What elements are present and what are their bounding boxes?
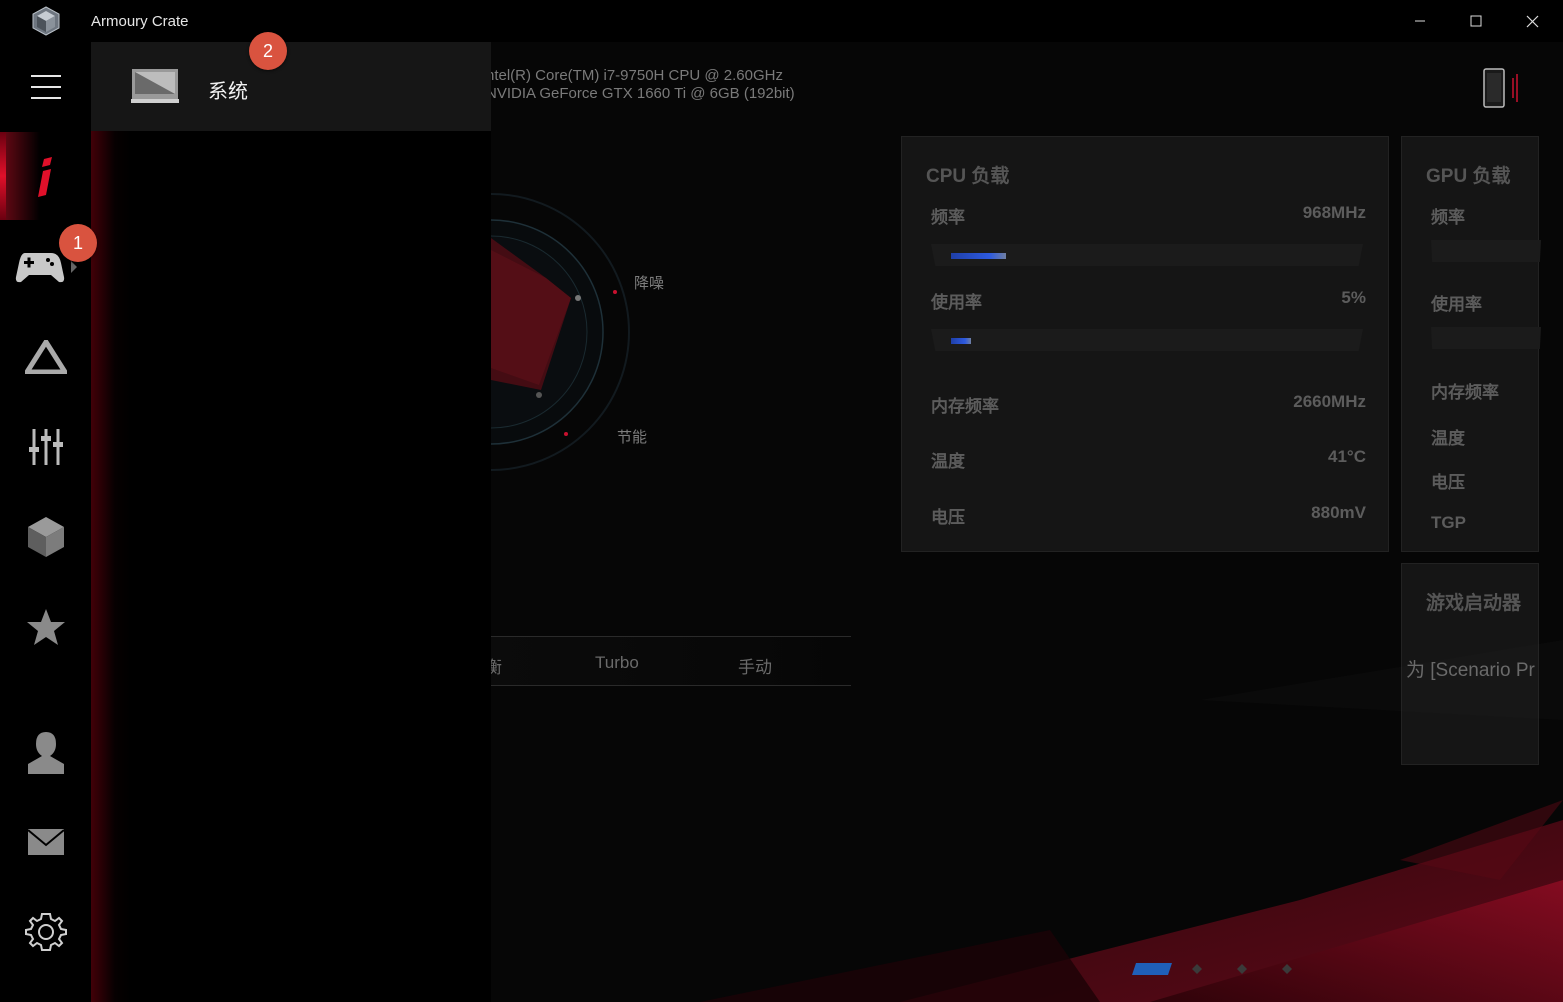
flyout-item-label: 系统 bbox=[208, 81, 248, 103]
rail-item-news[interactable] bbox=[0, 797, 91, 887]
hamburger-menu-button[interactable] bbox=[0, 42, 91, 132]
launcher-panel-text: 为 [Scenario Pr bbox=[1406, 660, 1535, 681]
maximize-icon bbox=[1470, 15, 1482, 27]
flyout-menu: 系统 bbox=[91, 42, 491, 1002]
gpu-usage-bar bbox=[1431, 327, 1541, 349]
cpu-usage-label: 使用率 bbox=[931, 293, 982, 312]
game-launcher-panel[interactable]: 游戏启动器 为 [Scenario Pr bbox=[1401, 563, 1539, 765]
rail-item-featured[interactable] bbox=[0, 492, 91, 582]
cpu-usage-bar-fill bbox=[951, 338, 971, 344]
settings-gear-icon bbox=[24, 913, 67, 951]
mail-icon bbox=[26, 829, 65, 855]
hamburger-menu-icon bbox=[30, 75, 61, 99]
gpu-freq-bar bbox=[1431, 240, 1541, 262]
flyout-red-edge bbox=[91, 42, 131, 1002]
cpu-panel-title: CPU 负载 bbox=[926, 166, 1010, 187]
cpu-mem-freq-value: 2660MHz bbox=[1293, 392, 1366, 411]
step-badge-2: 2 bbox=[249, 32, 287, 70]
page-dot[interactable] bbox=[1192, 964, 1202, 974]
rail-item-settings[interactable] bbox=[0, 887, 91, 977]
cpu-usage-value: 5% bbox=[1341, 288, 1366, 307]
mode-turbo[interactable]: Turbo bbox=[595, 653, 639, 673]
cpu-freq-bar-fill bbox=[951, 253, 1006, 259]
page-dot[interactable] bbox=[1132, 963, 1172, 975]
cpu-freq-value: 968MHz bbox=[1302, 203, 1366, 222]
operating-mode-bar: 衡 Turbo 手动 bbox=[485, 636, 851, 686]
page-indicator bbox=[1132, 963, 1292, 975]
title-bar: Armoury Crate bbox=[0, 0, 1563, 42]
cpu-usage-bar bbox=[931, 329, 1363, 351]
rail-item-aura[interactable] bbox=[0, 312, 91, 402]
flyout-item-system[interactable]: 系统 bbox=[91, 42, 491, 131]
gpu-info: NVIDIA GeForce GTX 1660 Ti @ 6GB (192bit… bbox=[486, 85, 795, 102]
launcher-panel-title: 游戏启动器 bbox=[1426, 593, 1522, 614]
gauge-label-eco: 节能 bbox=[617, 429, 648, 446]
gpu-tgp-label: TGP bbox=[1431, 513, 1466, 532]
minimize-icon bbox=[1415, 20, 1425, 22]
rail-item-favorites[interactable] bbox=[0, 582, 91, 672]
phone-device-icon[interactable] bbox=[1483, 68, 1523, 115]
cpu-voltage-label: 电压 bbox=[931, 508, 965, 527]
gauge-label-quiet: 降噪 bbox=[634, 275, 665, 292]
gpu-mem-freq-label: 内存频率 bbox=[1431, 383, 1499, 402]
gpu-voltage-label: 电压 bbox=[1431, 473, 1465, 492]
rog-logo-icon bbox=[30, 5, 62, 37]
cpu-temp-value: 41°C bbox=[1328, 447, 1366, 466]
cpu-voltage-value: 880mV bbox=[1311, 503, 1366, 522]
system-info: ntel(R) Core(TM) i7-9750H CPU @ 2.60GHz … bbox=[486, 67, 795, 103]
mode-manual[interactable]: 手动 bbox=[738, 653, 772, 678]
cpu-mem-freq-label: 内存频率 bbox=[931, 397, 999, 416]
cpu-freq-bar bbox=[931, 244, 1363, 266]
page-dot[interactable] bbox=[1282, 964, 1292, 974]
cpu-info: ntel(R) Core(TM) i7-9750H CPU @ 2.60GHz bbox=[486, 67, 783, 84]
app-title: Armoury Crate bbox=[91, 13, 189, 30]
step-badge-1: 1 bbox=[59, 224, 97, 262]
aura-triangle-icon bbox=[24, 340, 67, 374]
close-icon bbox=[1526, 15, 1538, 27]
cpu-load-panel: CPU 负载 频率 968MHz 使用率 5% 内存频率 2660MHz 温度 … bbox=[901, 136, 1389, 552]
laptop-icon bbox=[131, 68, 179, 109]
rail-active-glow bbox=[0, 132, 40, 220]
cube-icon bbox=[27, 517, 64, 557]
gpu-usage-label: 使用率 bbox=[1431, 295, 1482, 314]
cpu-freq-label: 频率 bbox=[931, 208, 965, 227]
rail-active-indicator bbox=[0, 132, 6, 220]
equalizer-sliders-icon bbox=[28, 429, 63, 465]
rail-item-device-settings[interactable] bbox=[0, 402, 91, 492]
maximize-button[interactable] bbox=[1448, 0, 1504, 42]
gpu-temp-label: 温度 bbox=[1431, 429, 1465, 448]
gpu-load-panel: GPU 负载 频率 使用率 内存频率 温度 电压 TGP bbox=[1401, 136, 1541, 552]
rail-item-user-center[interactable] bbox=[0, 707, 91, 797]
minimize-button[interactable] bbox=[1392, 0, 1448, 42]
cpu-temp-label: 温度 bbox=[931, 452, 965, 471]
close-button[interactable] bbox=[1504, 0, 1560, 42]
star-icon bbox=[26, 609, 65, 645]
page-dot[interactable] bbox=[1237, 964, 1247, 974]
gpu-panel-title: GPU 负载 bbox=[1426, 166, 1511, 187]
gpu-freq-label: 频率 bbox=[1431, 208, 1465, 227]
user-icon bbox=[27, 732, 64, 774]
